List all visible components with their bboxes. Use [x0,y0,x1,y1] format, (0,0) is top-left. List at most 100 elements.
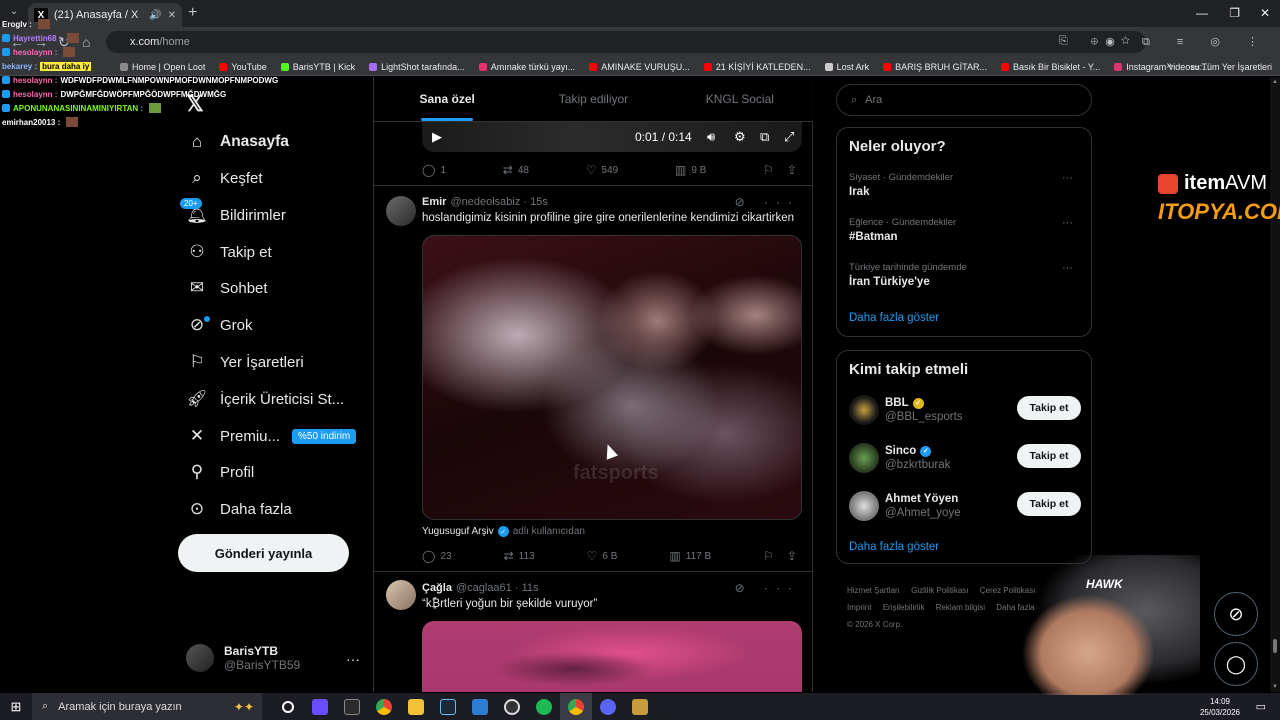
bookmark-share[interactable]: ⚐ ⇪ [763,163,802,177]
nav-grok[interactable]: ⊘ Grok [186,310,253,340]
author-handle[interactable]: @nedeolsabiz [450,196,520,208]
file-explorer-icon[interactable] [400,693,432,720]
follow-button[interactable]: Takip et [1017,396,1081,420]
avatar[interactable] [386,580,416,610]
repost-button[interactable]: ⇄ 113 [504,549,535,563]
footer-link[interactable]: Hizmet Şartları [847,586,900,595]
taskbar-search-input[interactable]: ⌕ Aramak için buraya yazın ✦✦ [32,693,262,720]
tweet-video[interactable] [422,621,802,692]
minimize-icon[interactable]: — [1196,6,1208,20]
bookmark-item[interactable]: Basık Bir Bisiklet - Y... [1001,62,1100,72]
nav-more[interactable]: ⊙ Daha fazla [186,494,292,524]
system-clock[interactable]: 14:09 25/03/2026 [1200,696,1240,718]
nav-profile[interactable]: ⚲ Profil [186,457,254,487]
search-input[interactable]: ⌕ Ara [836,84,1092,116]
scroll-up-icon[interactable]: ▲ [1272,79,1278,85]
reply-button[interactable]: ◯ 1 [422,163,446,177]
extension-icons[interactable]: ◉ ⧉ ≡ ◎ ⋮ [1105,35,1270,49]
account-more-icon[interactable]: ··· [346,651,360,667]
bookmark-item[interactable]: BARIŞ BRUH GİTAR... [883,62,987,72]
post-button[interactable]: Gönderi yayınla [178,534,349,572]
grok-fab-icon[interactable]: ⊘ [1214,592,1258,636]
volume-icon[interactable]: 🔊︎ [707,129,715,145]
nav-notifications[interactable]: 🔔︎ 20+ Bildirimler [180,198,286,230]
views-button[interactable]: ▥ 9 B [675,163,706,177]
follow-button[interactable]: Takip et [1017,492,1081,516]
nav-follow[interactable]: ⚇ Takip et [186,237,271,267]
obs-icon[interactable] [496,693,528,720]
nav-explore[interactable]: ⌕ Keşfet [186,163,262,193]
repost-button[interactable]: ⇄ 48 [503,163,529,177]
tweet-video[interactable]: fatsports [422,235,802,520]
bookmark-share[interactable]: ⚐ ⇪ [763,549,802,563]
window-close-icon[interactable]: ✕ [1260,6,1270,20]
nav-creator-studio[interactable]: 🚀︎ İçerik Üreticisi St... [186,384,344,414]
tab-kngl-social[interactable]: KNGL Social [667,77,813,121]
scroll-thumb[interactable] [1273,639,1277,653]
chrome-icon[interactable] [368,693,400,720]
author-name[interactable]: Emir [422,196,446,208]
nav-bookmarks[interactable]: ⚐ Yer İşaretleri [186,347,303,377]
footer-link[interactable]: Gizlilik Politikası [911,586,968,595]
like-button[interactable]: ♡ 549 [586,163,618,177]
bookmark-item[interactable]: Amınake türkü yayı... [478,62,575,72]
nav-premium[interactable]: ✕ Premiu... %50 indirim [186,421,357,451]
bookmark-item[interactable]: Lost Ark [824,62,869,72]
spotify-icon[interactable] [528,693,560,720]
scroll-down-icon[interactable]: ▼ [1272,684,1278,690]
tweet1-tools[interactable]: ⊘ ··· [735,195,800,209]
show-more-trends-link[interactable]: Daha fazla göster [849,312,939,324]
footer-link[interactable]: Erişilebilirlik [883,603,925,612]
all-bookmarks-link[interactable]: ▭ Tüm Yer İşaretleri [1191,62,1272,73]
restore-icon[interactable]: ❐ [1229,6,1240,20]
play-icon[interactable]: ▶ [432,129,442,145]
reply-button[interactable]: ◯ 23 [422,549,452,563]
tab-for-you[interactable]: Sana özel [374,77,520,121]
nav-home[interactable]: ⌂ Anasayfa [186,127,289,157]
more-icon[interactable]: ··· [1062,172,1073,184]
bookmark-item[interactable]: 21 KİŞİYİ KATLEDEN... [703,62,811,72]
steam-icon[interactable] [432,693,464,720]
bookmark-item[interactable]: AMINAKE VURUŞU... [589,62,690,72]
page-scrollbar[interactable]: ▲ ▼ [1270,77,1280,692]
cortana-icon[interactable] [272,693,304,720]
tweet-time[interactable]: 11s [522,582,539,594]
follow-button[interactable]: Takip et [1017,444,1081,468]
trend-item[interactable]: Türkiye tarihinde gündemde İran Türkiye'… [849,262,1079,288]
author-handle[interactable]: @caglaa61 [456,582,512,594]
avatar[interactable] [386,196,416,226]
notification-icon[interactable]: ▭ [1256,700,1266,713]
more-icon[interactable]: ··· [1062,262,1073,274]
author-name[interactable]: Çağla [422,582,452,594]
more-icon[interactable]: ··· [1062,217,1073,229]
trend-item[interactable]: Siyaset · Gündemdekiler Irak ··· [849,172,1079,198]
tab-following[interactable]: Takip ediliyor [520,77,666,121]
discord-icon[interactable] [592,693,624,720]
start-menu-icon[interactable]: ⊞ [0,699,32,715]
pip-icon[interactable]: ⧉ [760,129,769,145]
bookmark-item[interactable]: LightShot tarafında... [369,62,465,72]
video-attribution[interactable]: Yugusuguf Arşiv ✓ adlı kullanıcıdan [422,526,585,537]
settings-icon[interactable]: ⚙ [734,129,746,145]
tweet-time[interactable]: 15s [530,196,548,208]
suggested-account[interactable]: Ahmet Yöyen @Ahmet_yoye Takip et [849,489,1081,523]
suggested-account[interactable]: BBL ✓ @BBL_esports Takip et [849,393,1081,427]
store-icon[interactable] [336,693,368,720]
tweet2-tools[interactable]: ⊘ ··· [735,581,800,595]
footer-link[interactable]: Reklam bilgisi [936,603,985,612]
views-button[interactable]: ▥ 117 B [669,549,711,563]
nav-chat[interactable]: ✉ Sohbet [186,273,268,303]
messages-fab-icon[interactable]: ◯ [1214,642,1258,686]
chrome-icon[interactable] [560,693,592,720]
account-switcher[interactable]: BarisYTB @BarisYTB59 [186,644,300,672]
like-button[interactable]: ♡ 6 B [587,549,618,563]
suggested-account[interactable]: Sinco ✓ @bzkrtburak Takip et [849,441,1081,475]
footer-link[interactable]: Imprint [847,603,871,612]
trend-item[interactable]: Eğlence · Gündemdekiler #Batman ··· [849,217,1079,243]
show-more-accounts-link[interactable]: Daha fazla göster [849,541,939,553]
app-icon[interactable] [304,693,336,720]
bookmarks-overflow-icon[interactable]: » [1166,60,1172,71]
league-icon[interactable] [624,693,656,720]
fullscreen-icon[interactable]: ⤢ [784,129,794,145]
app-icon[interactable] [464,693,496,720]
